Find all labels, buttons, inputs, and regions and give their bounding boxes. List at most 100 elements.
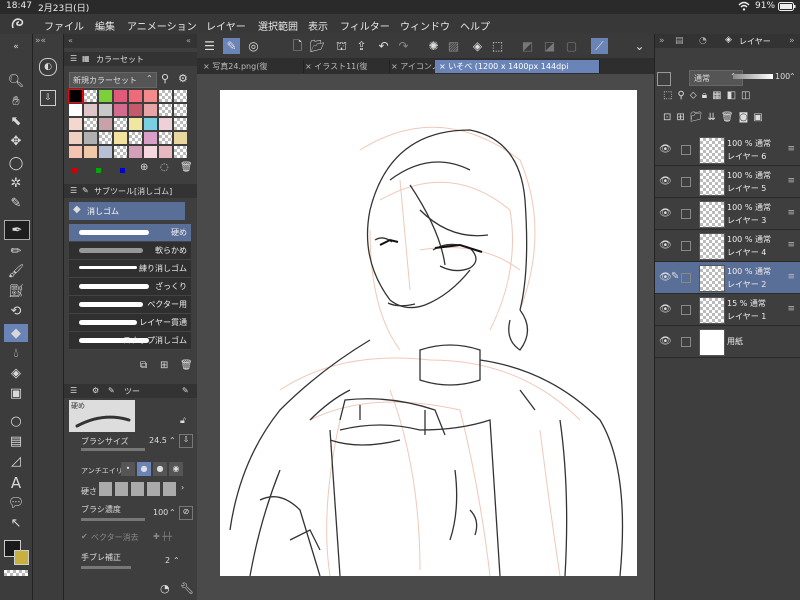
fill-icon[interactable]: ◈ xyxy=(469,38,486,54)
brush-item[interactable]: ざっくり xyxy=(69,278,191,296)
menu-lines-icon[interactable]: ☰ xyxy=(70,386,77,395)
tab-illust11[interactable]: × イラスト11(復 xyxy=(301,60,390,73)
eye-icon[interactable]: 👁︎ xyxy=(659,144,672,155)
color-swatch[interactable] xyxy=(99,146,112,158)
color-swatch[interactable] xyxy=(114,104,127,116)
color-swatch[interactable] xyxy=(129,104,142,116)
menu-window[interactable]: ウィンドウ xyxy=(400,18,450,33)
zoom-tool-icon[interactable]: 🔍︎ xyxy=(4,72,28,90)
gradient-tool-icon[interactable]: ▣ xyxy=(4,384,28,402)
frame-tool-icon[interactable]: ▤ xyxy=(4,432,28,450)
color-swatch[interactable] xyxy=(69,146,82,158)
trash-icon[interactable]: 🗑︎ xyxy=(721,112,739,123)
text-tool-icon[interactable]: A xyxy=(4,474,28,492)
navigator-icon[interactable]: ◐ xyxy=(39,58,57,76)
layer-row[interactable]: 👁︎ 100 % 通常 レイヤー 5 ≡ xyxy=(655,166,800,198)
layer-checkbox[interactable] xyxy=(681,273,691,283)
color-swatch[interactable] xyxy=(129,146,142,158)
close-icon[interactable]: × xyxy=(203,62,210,71)
drag-handle-icon[interactable]: ≡ xyxy=(787,272,795,282)
balloon-tool-icon[interactable]: 💬︎ xyxy=(4,494,28,512)
reset-icon[interactable]: ◔ xyxy=(160,582,170,595)
color-swatch[interactable] xyxy=(129,132,142,144)
layer-row[interactable]: 👁︎ 100 % 通常 レイヤー 3 ≡ xyxy=(655,198,800,230)
color-icon[interactable]: ▣ xyxy=(753,112,767,123)
sub-color-swatch[interactable] xyxy=(14,550,29,565)
brush-tool-icon[interactable]: 🖌︎ xyxy=(4,262,28,280)
menu-filter[interactable]: フィルター xyxy=(340,18,390,33)
expand-arrow-icon[interactable]: » xyxy=(659,36,665,46)
drawing-canvas[interactable] xyxy=(220,90,637,577)
vector-erase-mode-icon[interactable]: ✚ ┼┼ xyxy=(153,532,172,541)
clipping-icon[interactable]: ⬚ xyxy=(663,90,677,101)
hardness-level-3[interactable] xyxy=(131,482,144,496)
brush-size-value[interactable]: 24.5 xyxy=(149,436,167,445)
redo-icon[interactable]: ↷ xyxy=(395,38,412,54)
eyedropper-icon[interactable]: ✎ xyxy=(4,194,28,212)
antialias-medium-icon[interactable]: ● xyxy=(153,462,167,476)
size-preset-icon[interactable]: ⇩ xyxy=(179,434,193,448)
collapse-arrow-icon[interactable]: « xyxy=(186,36,191,45)
lock-icon[interactable]: 🔓︎ xyxy=(180,416,186,426)
hand-tool-icon[interactable]: ✋︎ xyxy=(4,92,28,110)
chevron-right-icon[interactable]: › xyxy=(181,483,184,492)
lock-transparency-icon[interactable]: ▦ xyxy=(712,90,726,101)
brush-item[interactable]: スナップ消しゴム xyxy=(69,332,191,350)
chevron-down-icon[interactable]: ⌄ xyxy=(631,38,648,54)
layer-mask-icon[interactable]: ◙ xyxy=(739,112,754,123)
hardness-level-5[interactable] xyxy=(163,482,176,496)
loading-icon[interactable]: ✺ xyxy=(425,38,442,54)
opacity-value[interactable]: 100 xyxy=(775,72,790,81)
fill-tool-icon[interactable]: ◈ xyxy=(4,364,28,382)
hardness-level-4[interactable] xyxy=(147,482,160,496)
expand-arrow-icon[interactable]: »« xyxy=(35,36,46,46)
brush-item[interactable]: 練り消しゴム xyxy=(69,260,191,278)
pressure-icon[interactable]: ⊘ xyxy=(179,506,193,520)
reference-layer-icon[interactable]: ⚲ xyxy=(677,90,689,101)
drag-handle-icon[interactable]: ≡ xyxy=(787,176,795,186)
snap-ruler-icon[interactable]: ⟋ xyxy=(591,38,608,54)
stepper-icon[interactable]: ⌃ xyxy=(169,436,176,445)
color-swatch[interactable] xyxy=(159,118,172,130)
pen-tool-icon[interactable]: ✒︎ xyxy=(4,220,30,240)
lasso-tool-icon[interactable]: ◯ xyxy=(4,154,28,172)
ruler-display-icon[interactable]: ◫ xyxy=(741,90,755,101)
color-swatch[interactable] xyxy=(159,104,172,116)
selection-square-icon[interactable]: ▢ xyxy=(563,38,580,54)
color-swatch[interactable] xyxy=(144,104,157,116)
layer-row[interactable]: 👁︎ 100 % 通常 レイヤー 6 ≡ xyxy=(655,134,800,166)
color-swatch[interactable] xyxy=(69,132,82,144)
opacity-slider[interactable] xyxy=(733,74,773,79)
trash-icon[interactable]: 🗑︎ xyxy=(180,162,193,173)
search-icon[interactable]: ⚲ xyxy=(161,72,169,85)
replace-swatch-icon[interactable]: ◌ xyxy=(160,162,169,173)
eraser-tool-icon[interactable]: ◆ xyxy=(4,324,28,342)
layer-panel-title[interactable]: レイヤー xyxy=(739,36,771,47)
menu-animation[interactable]: アニメーション xyxy=(127,18,197,33)
color-swatch[interactable] xyxy=(69,118,82,130)
stabilization-value[interactable]: 2 xyxy=(165,556,170,565)
duplicate-icon[interactable]: ⧉ xyxy=(140,360,147,371)
close-icon[interactable]: × xyxy=(391,62,398,71)
antialias-strong-icon[interactable]: ◉ xyxy=(169,462,183,476)
brush-item[interactable]: レイヤー貫通 xyxy=(69,314,191,332)
tab-photo24[interactable]: × 写真24.png(復 xyxy=(199,60,304,73)
layer-color-icon[interactable] xyxy=(657,72,671,86)
color-swatch[interactable] xyxy=(144,132,157,144)
correct-line-tool-icon[interactable]: ↖ xyxy=(4,514,28,532)
stepper-icon[interactable]: ⌃ xyxy=(789,72,796,81)
settings-icon[interactable]: ⚙︎ xyxy=(178,72,188,85)
stamp-icon[interactable]: ◎ xyxy=(245,38,262,54)
new-raster-layer-icon[interactable]: ⊡ xyxy=(663,112,676,123)
app-logo-icon[interactable] xyxy=(10,16,26,35)
menu-lines-icon[interactable]: ☰ xyxy=(201,38,218,54)
color-swatch[interactable] xyxy=(84,90,97,102)
color-swatch[interactable] xyxy=(114,132,127,144)
stepper-icon[interactable]: ⌃ xyxy=(169,508,176,517)
antialias-none-icon[interactable]: • xyxy=(121,462,135,476)
layer-checkbox[interactable] xyxy=(681,177,691,187)
color-swatch[interactable] xyxy=(159,146,172,158)
eye-icon[interactable]: 👁︎ xyxy=(659,208,672,219)
eye-icon[interactable]: 👁︎ xyxy=(659,272,672,283)
layer-row[interactable]: 👁︎ 15 % 通常 レイヤー 1 ≡ xyxy=(655,294,800,326)
